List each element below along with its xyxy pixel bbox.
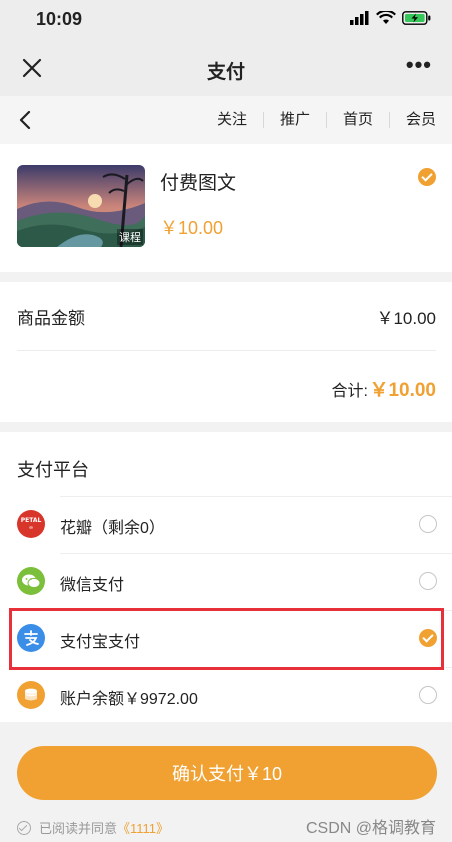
battery-charging-icon <box>402 11 431 25</box>
payment-option-label: 微信支付 <box>60 577 125 594</box>
divider <box>60 496 452 497</box>
nav-link-follow[interactable]: 关注 <box>201 112 263 128</box>
product-name: 付费图文 <box>160 173 237 194</box>
payment-option-wechat[interactable]: 微信支付 <box>0 553 452 610</box>
more-menu-icon[interactable]: ••• <box>406 54 432 76</box>
total-label: 合计: <box>331 383 368 400</box>
wechat-icon <box>17 567 45 595</box>
confirm-pay-button[interactable]: 确认支付￥10 <box>17 746 437 800</box>
payment-option-label: 花瓣（剩余0） <box>60 520 165 537</box>
highlight-box <box>9 608 444 670</box>
agreement-row[interactable]: 已阅读并同意 《1111》 <box>17 818 169 837</box>
nav-link-home[interactable]: 首页 <box>325 112 389 128</box>
page-title: 支付 <box>206 62 245 83</box>
payment-section: 支付平台 PETAL ∞ 花瓣（剩余0） 微信支付 支付宝支付 账户余额￥9972… <box>0 432 452 722</box>
title-bar: 支付 ••• <box>0 40 452 96</box>
product-price: ￥10.00 <box>160 218 224 238</box>
payment-option-huaban[interactable]: PETAL ∞ 花瓣（剩余0） <box>0 496 452 553</box>
back-icon[interactable] <box>16 110 36 130</box>
amount-value: ￥10.00 <box>376 309 436 328</box>
radio-unselected[interactable] <box>419 515 437 533</box>
svg-text:∞: ∞ <box>29 525 33 531</box>
svg-text:PETAL: PETAL <box>21 517 42 524</box>
amount-label: 商品金额 <box>17 309 85 328</box>
agree-check-icon[interactable] <box>17 820 31 835</box>
wifi-icon <box>376 11 396 24</box>
watermark: CSDN @格调教育 <box>305 820 436 837</box>
status-bar: 10:09 <box>0 0 452 40</box>
nav-bar: 关注 推广 首页 会员 <box>0 96 452 144</box>
product-thumbnail: 课程 <box>17 165 145 247</box>
status-time: 10:09 <box>36 9 83 29</box>
signal-icon <box>350 11 369 25</box>
payment-title: 支付平台 <box>17 460 89 480</box>
nav-link-promote[interactable]: 推广 <box>262 112 326 128</box>
balance-icon <box>17 681 45 709</box>
payment-option-balance[interactable]: 账户余额￥9972.00 <box>0 667 452 724</box>
product-selected-check-icon[interactable] <box>418 168 436 186</box>
radio-unselected[interactable] <box>419 686 437 704</box>
amount-section: 商品金额 ￥10.00 合计: ￥10.00 <box>0 282 452 422</box>
agreement-text: 已阅读并同意 <box>39 821 118 836</box>
huaban-icon: PETAL ∞ <box>17 510 45 538</box>
agreement-link[interactable]: 《1111》 <box>117 818 169 837</box>
total-value: ￥10.00 <box>369 380 436 401</box>
divider <box>17 350 436 351</box>
radio-unselected[interactable] <box>419 572 437 590</box>
divider <box>60 553 452 554</box>
status-icons <box>350 11 432 25</box>
nav-links: 关注 推广 首页 会员 <box>201 96 452 144</box>
course-tag: 课程 <box>117 229 143 245</box>
product-card[interactable]: 课程 付费图文 ￥10.00 <box>0 144 452 272</box>
nav-link-member[interactable]: 会员 <box>388 112 452 128</box>
payment-option-label: 账户余额￥9972.00 <box>60 691 198 708</box>
